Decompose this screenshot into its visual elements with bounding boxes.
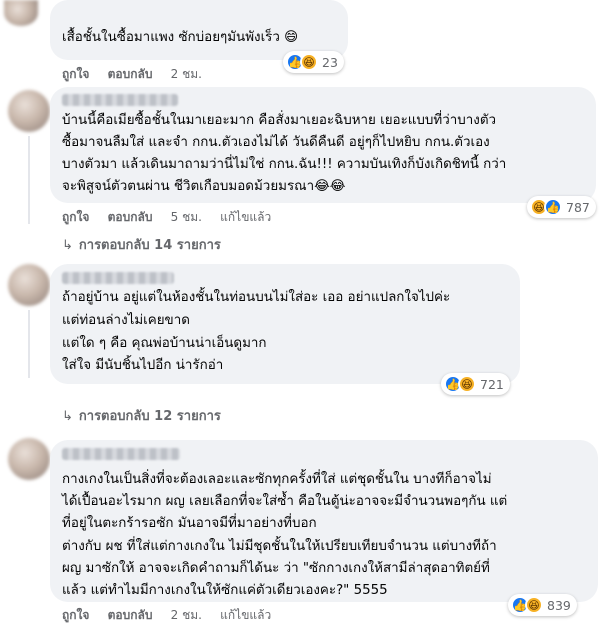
comment-actions: ถูกใจ ตอบกลับ 2 ชม. แก้ไขแล้ว (62, 606, 285, 625)
commenter-name[interactable] (62, 94, 178, 106)
avatar[interactable] (8, 90, 50, 132)
like-link[interactable]: ถูกใจ (62, 210, 89, 224)
reaction-summary[interactable]: 😆 👍 787 (527, 196, 596, 218)
comment-text-line: เสื้อชั้นในซื้อมาแพง ซักบ่อยๆมันพังเร็ว … (62, 30, 299, 45)
like-link[interactable]: ถูกใจ (62, 608, 89, 622)
comment-text-line: แต่ท่อนล่างไม่เคยขาด (62, 313, 190, 328)
comment-time[interactable]: 5 ชม. (171, 210, 202, 224)
comment-actions: ถูกใจ ตอบกลับ 2 ชม. (62, 65, 216, 84)
reaction-count: 721 (480, 376, 504, 392)
reply-arrow-icon: ↳ (62, 409, 73, 424)
haha-reaction-icon: 😆 (525, 596, 543, 614)
reply-link[interactable]: ตอบกลับ (108, 210, 153, 224)
comment-text-line: บ้านนี้คือเมียซื้อชั้นในมาเยอะมาก คือสั่… (62, 113, 497, 128)
comment-text-line: ที่อยู่ในตะกร้ารอซัก มันอาจมีที่มาอย่างท… (62, 516, 317, 531)
comment-text-line: แล้ว แต่ทำไมมีกางเกงในให้ซักแค่ตัวเดียวเ… (62, 583, 388, 598)
reply-link[interactable]: ตอบกลับ (108, 608, 153, 622)
comment-text-line: แต่ใด ๆ คือ คุณพ่อบ้านน่าเอ็นดูมาก (62, 336, 267, 351)
reaction-summary[interactable]: 👍 😆 839 (508, 594, 577, 616)
comment-text-line: บางตัวมา แล้วเดินมาถามว่านี่ไม่ใช่ กกน.ฉ… (62, 157, 507, 172)
comment-text-line: จะพิสูจน์ตัวตนผ่าน ชีวิตเกือบมอดม้วยมรณา… (62, 179, 346, 194)
comment-text-line: ถ้าอยู่บ้าน อยู่แต่ในห้องชั้นในท่อนบนไม่… (62, 290, 451, 305)
view-replies-link[interactable]: ↳ การตอบกลับ 14 รายการ (62, 234, 221, 255)
comment-text-line: ได้เปื้อนอะไรมาก ผญ เลยเลือกที่จะใส่ซ้ำ … (62, 494, 508, 509)
reaction-summary[interactable]: 👍 😆 721 (441, 373, 510, 395)
thread-line (28, 136, 30, 224)
comment-text-line: ต่างกับ ผช ที่ใส่แต่กางเกงใน ไม่มีชุดชั้… (62, 539, 497, 554)
reaction-count: 23 (322, 54, 338, 70)
reaction-count: 787 (566, 199, 590, 215)
comment-time[interactable]: 2 ชม. (171, 608, 202, 622)
comment-text-line: ซื้อมาจนลืมใส่ และจำ กกน.ตัวเองไม่ได้ วั… (62, 135, 490, 150)
edited-label: แก้ไขแล้ว (220, 608, 272, 622)
haha-reaction-icon: 😆 (458, 375, 476, 393)
avatar[interactable] (8, 264, 50, 306)
haha-reaction-icon: 😆 (300, 53, 318, 71)
reaction-summary[interactable]: 👍 😆 23 (283, 51, 344, 73)
avatar[interactable] (4, 0, 38, 26)
reply-link[interactable]: ตอบกลับ (108, 67, 153, 81)
reply-arrow-icon: ↳ (62, 238, 73, 253)
comment-time[interactable]: 2 ชม. (171, 67, 202, 81)
edited-label: แก้ไขแล้ว (220, 210, 272, 224)
view-replies-link[interactable]: ↳ การตอบกลับ 12 รายการ (62, 405, 221, 426)
comment-text-line: ใส่ใจ มีนับชิ้นไปอีก น่ารักอ่า (62, 358, 224, 373)
comment-text-line: ผญ มาซักให้ อาจจะเกิดคำถามก็ได้นะ ว่า "ซ… (62, 561, 490, 576)
like-reaction-icon: 👍 (544, 198, 562, 216)
like-link[interactable]: ถูกใจ (62, 67, 89, 81)
commenter-name[interactable] (62, 272, 174, 284)
commenter-name[interactable] (62, 448, 180, 460)
reaction-count: 839 (547, 597, 571, 613)
comment-actions: ถูกใจ ตอบกลับ 5 ชม. แก้ไขแล้ว (62, 208, 285, 227)
replies-count: การตอบกลับ 14 รายการ (78, 238, 221, 253)
comment-text-line: กางเกงในเป็นสิ่งที่จะต้องเลอะและซักทุกคร… (62, 472, 492, 487)
replies-count: การตอบกลับ 12 รายการ (78, 409, 221, 424)
avatar[interactable] (8, 438, 50, 480)
thread-line (28, 310, 30, 378)
